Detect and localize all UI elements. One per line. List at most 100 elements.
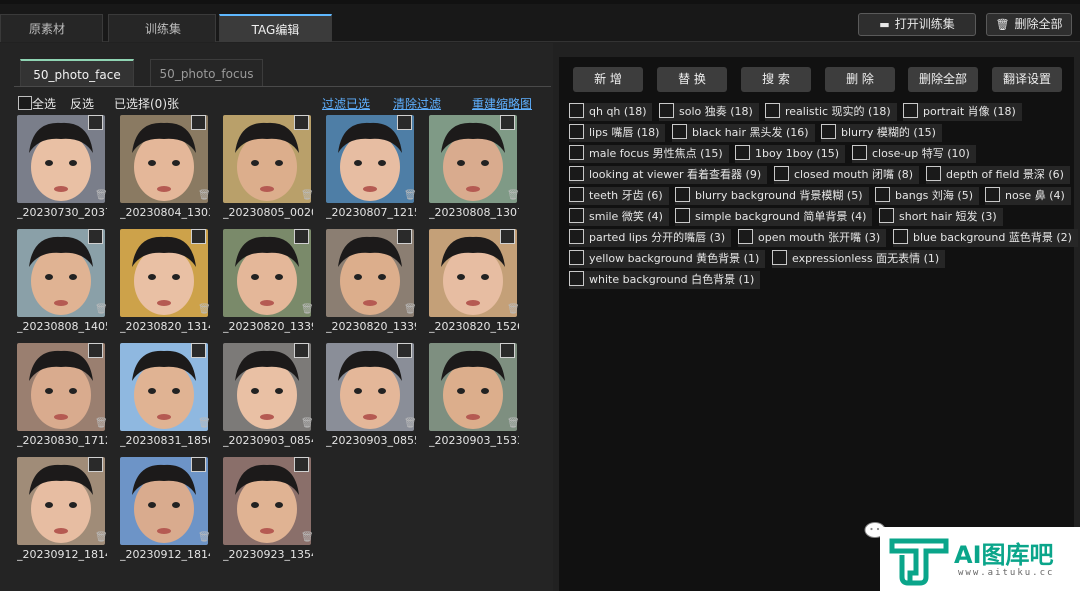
image-tile[interactable]: 🗑 _20230808_13073 — [429, 115, 520, 221]
tag-checkbox[interactable] — [852, 145, 867, 160]
tag-item[interactable]: close-up 特写 (10) — [852, 145, 976, 163]
tab-raw-materials[interactable]: 原素材 — [0, 14, 103, 42]
tag-checkbox[interactable] — [659, 103, 674, 118]
tag-item[interactable]: yellow background 黄色背景 (1) — [569, 250, 766, 268]
delete-image-icon[interactable]: 🗑 — [404, 304, 417, 315]
image-tile[interactable]: 🗑 _20230903_15334 — [429, 343, 520, 449]
image-select-checkbox[interactable] — [294, 229, 309, 244]
tag-checkbox[interactable] — [738, 229, 753, 244]
tag-checkbox[interactable] — [569, 250, 584, 265]
tag-item[interactable]: closed mouth 闭嘴 (8) — [774, 166, 920, 184]
tag-item[interactable]: bangs 刘海 (5) — [875, 187, 979, 205]
image-tile[interactable]: 🗑 _20230831_18500 — [120, 343, 211, 449]
image-select-checkbox[interactable] — [397, 343, 412, 358]
image-select-checkbox[interactable] — [500, 229, 515, 244]
tag-checkbox[interactable] — [735, 145, 750, 160]
tag-checkbox[interactable] — [893, 229, 908, 244]
image-tile[interactable]: 🗑 _20230820_13142 — [120, 229, 211, 335]
tag-item[interactable]: smile 微笑 (4) — [569, 208, 669, 226]
tag-item[interactable]: blurry 模糊的 (15) — [821, 124, 942, 142]
tag-checkbox[interactable] — [569, 271, 584, 286]
image-select-checkbox[interactable] — [500, 343, 515, 358]
image-tile[interactable]: 🗑 _20230912_18142 — [120, 457, 211, 563]
replace-tag-button[interactable]: 替 换 — [657, 67, 727, 92]
tag-item[interactable]: open mouth 张开嘴 (3) — [738, 229, 887, 247]
tag-item[interactable]: male focus 男性焦点 (15) — [569, 145, 729, 163]
delete-image-icon[interactable]: 🗑 — [404, 190, 417, 201]
tag-checkbox[interactable] — [569, 124, 584, 139]
image-select-checkbox[interactable] — [294, 343, 309, 358]
delete-all-tags-button[interactable]: 删除全部 — [908, 67, 978, 92]
image-tile[interactable]: 🗑 _20230830_17122 — [17, 343, 108, 449]
image-select-checkbox[interactable] — [191, 115, 206, 130]
tag-checkbox[interactable] — [672, 124, 687, 139]
open-training-set-button[interactable]: ▬ 打开训练集 — [858, 13, 976, 36]
image-tile[interactable]: 🗑 _20230903_08543 — [223, 343, 314, 449]
delete-image-icon[interactable]: 🗑 — [507, 304, 520, 315]
delete-image-icon[interactable]: 🗑 — [95, 190, 108, 201]
image-select-checkbox[interactable] — [88, 115, 103, 130]
delete-image-icon[interactable]: 🗑 — [404, 418, 417, 429]
delete-image-icon[interactable]: 🗑 — [95, 304, 108, 315]
image-select-checkbox[interactable] — [191, 229, 206, 244]
tag-item[interactable]: nose 鼻 (4) — [985, 187, 1071, 205]
image-select-checkbox[interactable] — [397, 115, 412, 130]
clear-filter-link[interactable]: 清除过滤 — [393, 95, 441, 112]
select-all-control[interactable]: 全选 — [18, 95, 56, 111]
image-tile[interactable]: 🗑 _20230903_08550 — [326, 343, 417, 449]
tag-item[interactable]: 1boy 1boy (15) — [735, 145, 846, 163]
image-tile[interactable]: 🗑 _20230820_13392 — [326, 229, 417, 335]
delete-image-icon[interactable]: 🗑 — [301, 418, 314, 429]
tag-checkbox[interactable] — [926, 166, 941, 181]
tag-item[interactable]: short hair 短发 (3) — [879, 208, 1003, 226]
tag-checkbox[interactable] — [569, 145, 584, 160]
image-select-checkbox[interactable] — [191, 343, 206, 358]
tag-checkbox[interactable] — [903, 103, 918, 118]
delete-image-icon[interactable]: 🗑 — [198, 190, 211, 201]
delete-image-icon[interactable]: 🗑 — [95, 418, 108, 429]
tag-item[interactable]: black hair 黑头发 (16) — [672, 124, 815, 142]
image-tile[interactable]: 🗑 _20230912_18140 — [17, 457, 108, 563]
tag-item[interactable]: expressionless 面无表情 (1) — [772, 250, 946, 268]
tag-checkbox[interactable] — [569, 208, 584, 223]
tag-checkbox[interactable] — [675, 187, 690, 202]
tag-item[interactable]: qh qh (18) — [569, 103, 653, 121]
delete-image-icon[interactable]: 🗑 — [507, 418, 520, 429]
tab-training-set[interactable]: 训练集 — [108, 14, 216, 42]
image-tile[interactable]: 🗑 _20230923_13545 — [223, 457, 314, 563]
tag-item[interactable]: realistic 现实的 (18) — [765, 103, 897, 121]
select-all-checkbox[interactable] — [18, 96, 32, 110]
delete-image-icon[interactable]: 🗑 — [198, 418, 211, 429]
tag-item[interactable]: lips 嘴唇 (18) — [569, 124, 666, 142]
delete-tag-button[interactable]: 删 除 — [825, 67, 895, 92]
filter-selected-link[interactable]: 过滤已选 — [322, 95, 370, 112]
tag-checkbox[interactable] — [569, 187, 584, 202]
image-tile[interactable]: 🗑 _20230820_13390 — [223, 229, 314, 335]
tag-item[interactable]: blurry background 背景模糊 (5) — [675, 187, 869, 205]
tag-item[interactable]: depth of field 景深 (6) — [926, 166, 1070, 184]
tab-photo-face[interactable]: 50_photo_face — [20, 59, 134, 87]
delete-image-icon[interactable]: 🗑 — [198, 304, 211, 315]
tag-item[interactable]: white background 白色背景 (1) — [569, 271, 761, 289]
image-select-checkbox[interactable] — [294, 457, 309, 472]
tag-checkbox[interactable] — [875, 187, 890, 202]
delete-image-icon[interactable]: 🗑 — [301, 190, 314, 201]
tag-checkbox[interactable] — [821, 124, 836, 139]
tag-checkbox[interactable] — [675, 208, 690, 223]
image-select-checkbox[interactable] — [88, 229, 103, 244]
tag-checkbox[interactable] — [985, 187, 1000, 202]
image-select-checkbox[interactable] — [397, 229, 412, 244]
tag-checkbox[interactable] — [569, 229, 584, 244]
rebuild-thumbnails-link[interactable]: 重建缩略图 — [472, 95, 532, 112]
translation-settings-button[interactable]: 翻译设置 — [992, 67, 1062, 92]
tag-item[interactable]: blue background 蓝色背景 (2) — [893, 229, 1078, 247]
tag-item[interactable]: parted lips 分开的嘴唇 (3) — [569, 229, 732, 247]
delete-image-icon[interactable]: 🗑 — [507, 190, 520, 201]
tag-checkbox[interactable] — [765, 103, 780, 118]
tag-checkbox[interactable] — [879, 208, 894, 223]
tag-item[interactable]: portrait 肖像 (18) — [903, 103, 1022, 121]
image-tile[interactable]: 🗑 _20230805_00201 — [223, 115, 314, 221]
tab-tag-edit[interactable]: TAG编辑 — [219, 14, 332, 42]
image-tile[interactable]: 🗑 _20230820_15261 — [429, 229, 520, 335]
image-select-checkbox[interactable] — [88, 457, 103, 472]
